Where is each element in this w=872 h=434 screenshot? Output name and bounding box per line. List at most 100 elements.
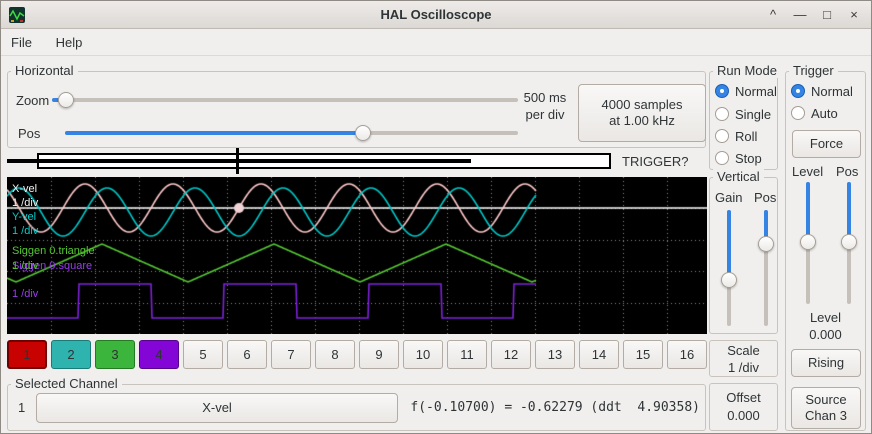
offset-box: Offset 0.000 — [709, 383, 778, 431]
zoom-slider-handle[interactable] — [58, 92, 74, 108]
run-mode-roll[interactable]: Roll — [715, 128, 757, 144]
radio-off-icon[interactable] — [715, 129, 729, 143]
vertical-pos-slider[interactable] — [757, 210, 775, 326]
channel-button-14[interactable]: 14 — [579, 340, 619, 369]
radio-on-icon[interactable] — [791, 84, 805, 98]
horizontal-group: Horizontal Zoom 500 ms per div 4000 samp… — [7, 71, 706, 148]
pos-slider-handle[interactable] — [355, 125, 371, 141]
channel-button-8[interactable]: 8 — [315, 340, 355, 369]
menu-help[interactable]: Help — [46, 31, 93, 54]
trigger-position-marker[interactable] — [236, 148, 239, 174]
maximize-icon[interactable]: □ — [820, 1, 834, 29]
trigger-auto-label: Auto — [811, 106, 838, 121]
scope-channel-label: 1 /div — [12, 260, 38, 272]
close-icon[interactable]: × — [847, 1, 861, 29]
vertical-pos-label: Pos — [754, 190, 776, 205]
trigger-normal-label: Normal — [811, 84, 853, 99]
window-title: HAL Oscilloscope — [1, 1, 871, 29]
channel-button-13[interactable]: 13 — [535, 340, 575, 369]
trigger-pos-slider[interactable] — [840, 182, 858, 304]
trigger-mode-auto[interactable]: Auto — [791, 105, 838, 121]
selected-channel-group-label: Selected Channel — [11, 376, 122, 391]
timebase-readout: 500 ms per div — [514, 89, 576, 123]
trigger-mode-normal[interactable]: Normal — [791, 83, 853, 99]
trigger-group: Trigger Normal Auto Force Level Pos Leve… — [785, 71, 866, 431]
scope-canvas — [7, 177, 707, 334]
samples-line1: 4000 samples — [602, 97, 683, 113]
channel-value-readout: f(-0.10700) = -0.62279 (ddt 4.90358) — [410, 400, 700, 415]
vertical-group-label: Vertical — [713, 169, 764, 184]
gain-slider-fill — [727, 210, 731, 280]
trigger-source-line2: Chan 3 — [805, 408, 847, 424]
channel-button-11[interactable]: 11 — [447, 340, 487, 369]
gain-slider-handle[interactable] — [721, 272, 737, 288]
selected-channel-number: 1 — [18, 400, 25, 415]
channel-button-9[interactable]: 9 — [359, 340, 399, 369]
trigger-status-label: TRIGGER? — [622, 154, 688, 169]
trigger-level-slider[interactable] — [799, 182, 817, 304]
trigger-level-value: 0.000 — [786, 327, 865, 342]
window-controls: ^ — □ × — [766, 1, 861, 29]
channel-name-label: X-vel — [202, 400, 232, 416]
timebase-line2: per div — [514, 106, 576, 123]
trigger-source-line1: Source — [805, 392, 846, 408]
trigger-level-fill — [806, 182, 810, 242]
vertical-group: Vertical Gain Pos — [709, 177, 778, 334]
scale-box: Scale 1 /div — [709, 340, 778, 377]
zoom-slider-track — [52, 98, 518, 102]
minimize-icon[interactable]: — — [793, 1, 807, 29]
trigger-edge-button[interactable]: Rising — [791, 349, 861, 377]
timebase-line1: 500 ms — [514, 89, 576, 106]
trigger-level-readout-label: Level — [786, 310, 865, 325]
trigger-source-button[interactable]: Source Chan 3 — [791, 387, 861, 429]
trigger-pos-handle[interactable] — [841, 234, 857, 250]
run-mode-normal-label: Normal — [735, 84, 777, 99]
radio-off-icon[interactable] — [791, 106, 805, 120]
channel-button-7[interactable]: 7 — [271, 340, 311, 369]
run-mode-single-label: Single — [735, 107, 771, 122]
scope-channel-label: X-vel — [12, 183, 37, 195]
zoom-slider[interactable] — [52, 91, 518, 109]
radio-off-icon[interactable] — [715, 151, 729, 165]
titlebar: HAL Oscilloscope ^ — □ × — [1, 1, 871, 29]
trigger-level-handle[interactable] — [800, 234, 816, 250]
channel-name-button[interactable]: X-vel — [36, 393, 398, 423]
shade-icon[interactable]: ^ — [766, 1, 780, 29]
channel-button-1[interactable]: 1 — [7, 340, 47, 369]
channel-button-5[interactable]: 5 — [183, 340, 223, 369]
channel-button-15[interactable]: 15 — [623, 340, 663, 369]
trigger-level-label: Level — [792, 164, 823, 179]
channel-buttons: 12345678910111213141516 — [7, 340, 707, 370]
samples-button[interactable]: 4000 samples at 1.00 kHz — [578, 84, 706, 142]
run-mode-stop[interactable]: Stop — [715, 150, 762, 166]
gain-label: Gain — [715, 190, 742, 205]
gain-slider[interactable] — [720, 210, 738, 326]
run-mode-group-label: Run Mode — [713, 63, 781, 78]
pos-label: Pos — [18, 126, 40, 141]
channel-button-16[interactable]: 16 — [667, 340, 707, 369]
horizontal-group-label: Horizontal — [11, 63, 78, 78]
scale-value: 1 /div — [710, 359, 777, 376]
horizontal-pos-slider[interactable] — [65, 124, 518, 142]
channel-button-12[interactable]: 12 — [491, 340, 531, 369]
run-mode-stop-label: Stop — [735, 151, 762, 166]
radio-on-icon[interactable] — [715, 84, 729, 98]
channel-button-4[interactable]: 4 — [139, 340, 179, 369]
force-button-label: Force — [810, 136, 843, 152]
offset-value: 0.000 — [710, 407, 777, 425]
channel-button-10[interactable]: 10 — [403, 340, 443, 369]
channel-button-2[interactable]: 2 — [51, 340, 91, 369]
channel-button-3[interactable]: 3 — [95, 340, 135, 369]
menu-file[interactable]: File — [1, 31, 42, 54]
radio-off-icon[interactable] — [715, 107, 729, 121]
scope-channel-label: 1 /div — [12, 197, 38, 209]
channel-button-6[interactable]: 6 — [227, 340, 267, 369]
force-button[interactable]: Force — [792, 130, 861, 158]
scope-display: X-vel1 /divY-vel1 /divSiggen 0.triangleS… — [7, 177, 707, 334]
run-mode-normal[interactable]: Normal — [715, 83, 777, 99]
record-extent-line — [7, 159, 471, 163]
vertical-pos-handle[interactable] — [758, 236, 774, 252]
run-mode-single[interactable]: Single — [715, 106, 771, 122]
trigger-group-label: Trigger — [789, 63, 838, 78]
hal-oscilloscope-window: HAL Oscilloscope ^ — □ × File Help Horiz… — [0, 0, 872, 434]
